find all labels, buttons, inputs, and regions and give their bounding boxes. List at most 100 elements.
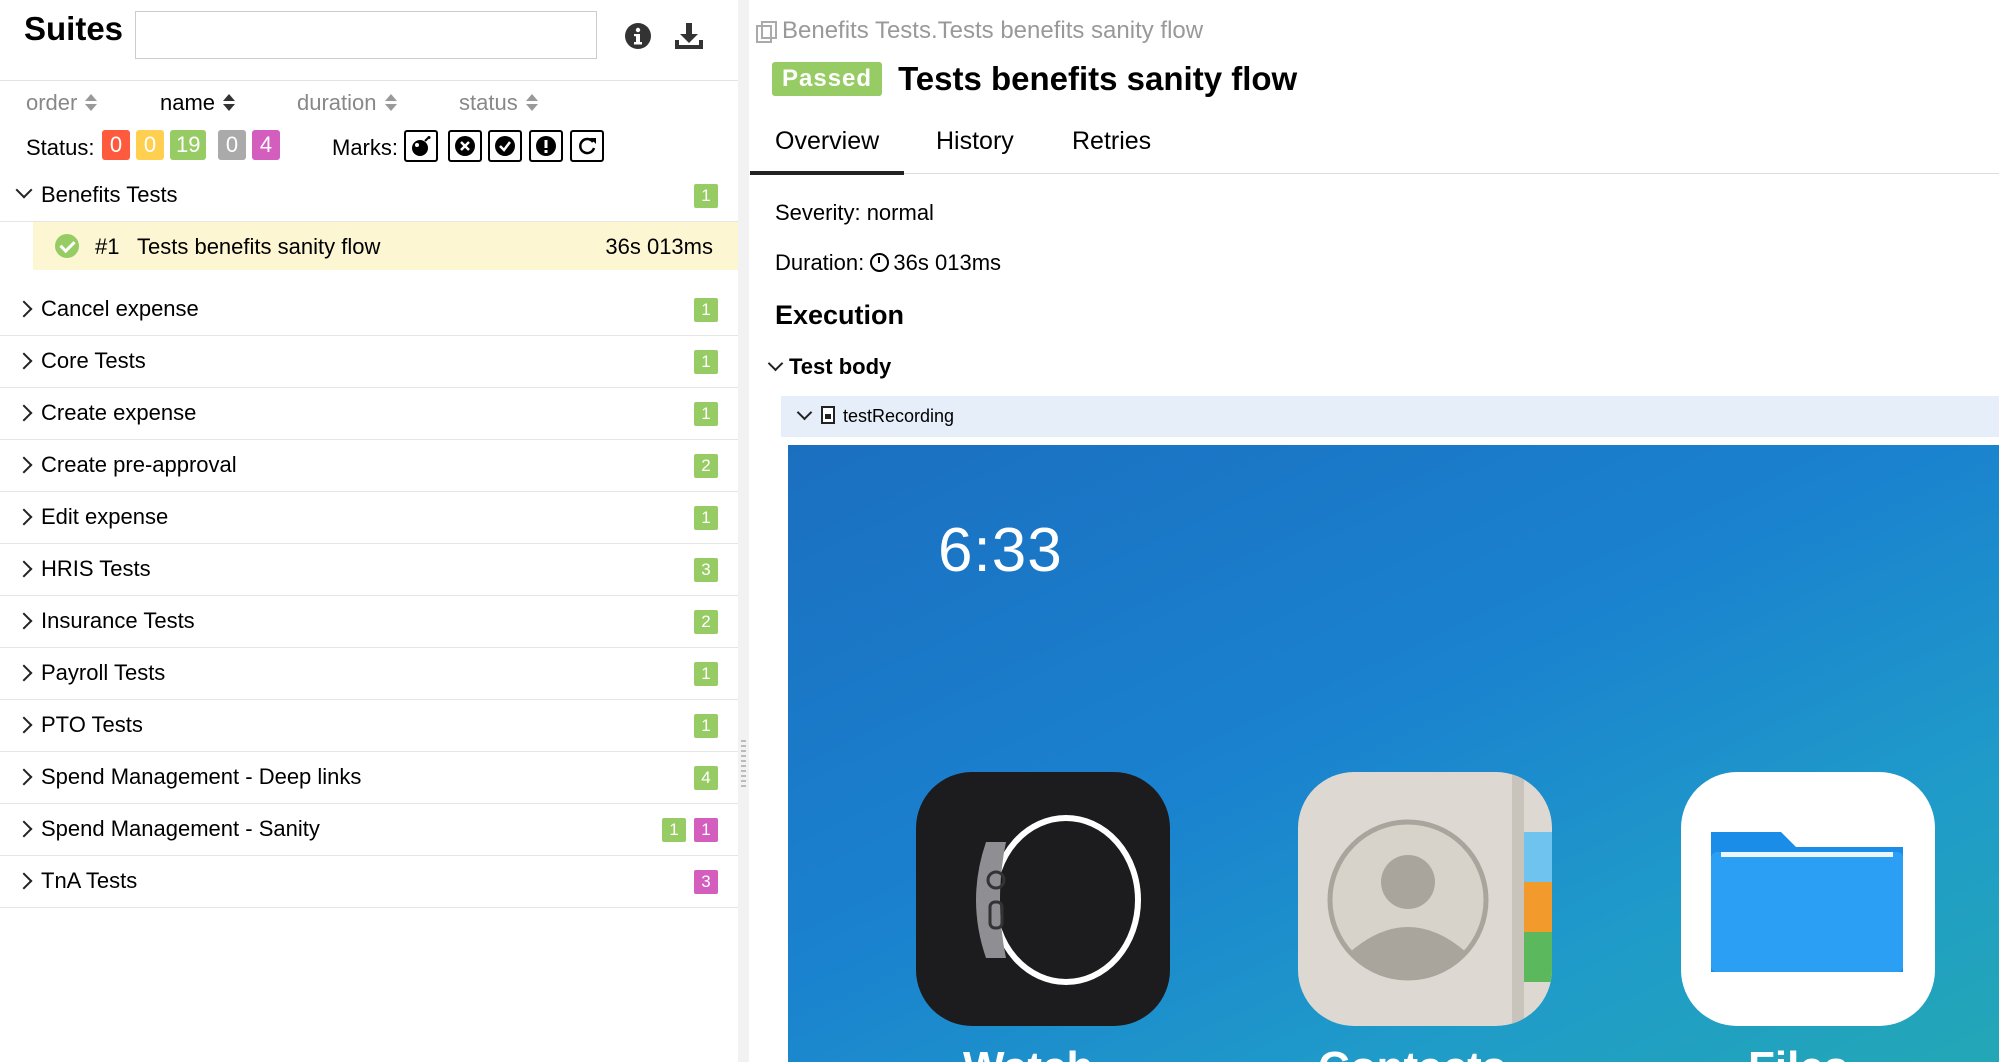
suite-group-name: Payroll Tests: [41, 660, 166, 685]
suite-group-row[interactable]: Edit expense 1: [0, 492, 738, 544]
sort-icon: [223, 93, 236, 113]
suite-group-row[interactable]: Spend Management - Sanity 1 1: [0, 804, 738, 856]
video-player[interactable]: 6:33: [788, 445, 1999, 1062]
count-badge: 2: [694, 610, 718, 634]
info-icon[interactable]: [622, 20, 654, 52]
chevron-right-icon: [15, 456, 33, 474]
count-badge: 4: [694, 766, 718, 790]
tab-retries[interactable]: Retries: [1047, 127, 1176, 171]
chevron-right-icon: [15, 560, 33, 578]
status-passed-toggle[interactable]: 19: [170, 130, 207, 160]
chevron-right-icon: [15, 508, 33, 526]
suite-group-name: PTO Tests: [41, 712, 143, 737]
count-badge: 3: [694, 870, 718, 894]
suite-group-row[interactable]: Cancel expense 1: [0, 284, 738, 336]
suite-group-row[interactable]: Create pre-approval 2: [0, 440, 738, 492]
test-title-row: Passed Tests benefits sanity flow: [772, 60, 1297, 98]
bomb-icon[interactable]: [404, 130, 438, 162]
suite-group-name: HRIS Tests: [41, 556, 151, 581]
execution-title: Execution: [775, 300, 905, 330]
sort-icon: [525, 93, 538, 113]
status-unknown-toggle[interactable]: 4: [252, 130, 280, 160]
count-badge: 1: [694, 506, 718, 530]
status-skipped-toggle[interactable]: 0: [218, 130, 246, 160]
passed-check-icon: [55, 234, 79, 258]
count-badge: 3: [694, 558, 718, 582]
chevron-right-icon: [15, 716, 33, 734]
suite-group-name: Create pre-approval: [41, 452, 237, 477]
files-app-icon: [1681, 772, 1935, 1026]
count-badge: 1: [694, 402, 718, 426]
duration-label: Duration:: [775, 250, 865, 275]
details-tabs: Overview History Retries: [750, 115, 1999, 175]
chevron-right-icon: [15, 404, 33, 422]
watch-app-label: Watch: [963, 1043, 1093, 1062]
suite-group-row[interactable]: Spend Management - Deep links 4: [0, 752, 738, 804]
files-app-label: Files: [1748, 1043, 1848, 1062]
suite-group-name: Spend Management - Sanity: [41, 816, 320, 841]
count-badge: 2: [694, 454, 718, 478]
suite-group-row[interactable]: Benefits Tests 1: [0, 170, 738, 222]
status-label: Status:: [26, 135, 95, 160]
status-failed-toggle[interactable]: 0: [102, 130, 130, 160]
suite-group-row[interactable]: Core Tests 1: [0, 336, 738, 388]
count-badge: 1: [694, 714, 718, 738]
tab-history[interactable]: History: [911, 127, 1039, 171]
suite-group-name: Benefits Tests: [41, 182, 178, 207]
test-case-row[interactable]: #1 Tests benefits sanity flow 36s 013ms: [33, 222, 738, 270]
sort-icon: [85, 93, 98, 113]
suite-group-row[interactable]: TnA Tests 3: [0, 856, 738, 908]
sort-by-name[interactable]: name: [160, 90, 236, 116]
chevron-right-icon: [15, 664, 33, 682]
suite-group-name: Spend Management - Deep links: [41, 764, 362, 789]
test-body-label: Test body: [789, 354, 892, 379]
breadcrumb[interactable]: Benefits Tests.Tests benefits sanity flo…: [756, 17, 1203, 45]
sort-by-status[interactable]: status: [459, 90, 538, 116]
chevron-right-icon: [15, 612, 33, 630]
test-title: Tests benefits sanity flow: [898, 60, 1298, 97]
sort-by-order[interactable]: order: [26, 90, 98, 116]
suite-group-row[interactable]: HRIS Tests 3: [0, 544, 738, 596]
page-title: Suites: [24, 10, 124, 47]
contacts-app-icon: [1298, 772, 1552, 1026]
check-circle-icon[interactable]: [488, 130, 522, 162]
suite-group-name: Create expense: [41, 400, 197, 425]
tab-overview[interactable]: Overview: [750, 127, 905, 175]
suite-group-row[interactable]: PTO Tests 1: [0, 700, 738, 752]
duration-row: Duration: 36s 013ms: [775, 250, 1001, 276]
suite-group-row[interactable]: Payroll Tests 1: [0, 648, 738, 700]
close-circle-icon[interactable]: [448, 130, 482, 162]
suite-group-name: TnA Tests: [41, 868, 138, 893]
suite-group-row[interactable]: Insurance Tests 2: [0, 596, 738, 648]
test-details-pane: Benefits Tests.Tests benefits sanity flo…: [750, 0, 1999, 1062]
status-broken-toggle[interactable]: 0: [136, 130, 164, 160]
sort-icon: [384, 93, 397, 113]
suites-tree: Benefits Tests 1 #1 Tests benefits sanity f…: [0, 170, 738, 908]
suite-group-name: Core Tests: [41, 348, 146, 373]
exclamation-icon[interactable]: [529, 130, 563, 162]
breadcrumb-text: Benefits Tests.Tests benefits sanity flo…: [782, 17, 1204, 44]
chevron-down-icon: [15, 181, 33, 199]
suite-group-row[interactable]: Create expense 1: [0, 388, 738, 440]
download-icon[interactable]: [672, 20, 704, 52]
count-badge: 1: [694, 184, 718, 208]
count-badge: 1: [662, 818, 686, 842]
sort-by-duration[interactable]: duration: [297, 90, 397, 116]
copy-icon: [756, 21, 777, 43]
refresh-icon[interactable]: [570, 130, 604, 162]
chevron-right-icon: [15, 768, 33, 786]
chevron-right-icon: [15, 820, 33, 838]
test-number: #1: [95, 234, 120, 259]
attachment-row[interactable]: testRecording: [781, 396, 1999, 437]
phone-clock-text: 6:33: [938, 516, 1063, 585]
duration-value: 36s 013ms: [893, 250, 1002, 275]
chevron-right-icon: [15, 352, 33, 370]
contacts-app-label: Contacts: [1318, 1043, 1506, 1062]
chevron-right-icon: [15, 300, 33, 318]
search-input[interactable]: [135, 11, 597, 59]
pane-resize-handle[interactable]: [738, 0, 749, 1062]
clock-icon: [870, 253, 890, 272]
suite-group-name: Edit expense: [41, 504, 169, 529]
severity-text: Severity: normal: [775, 200, 934, 225]
count-badge: 1: [694, 818, 718, 842]
